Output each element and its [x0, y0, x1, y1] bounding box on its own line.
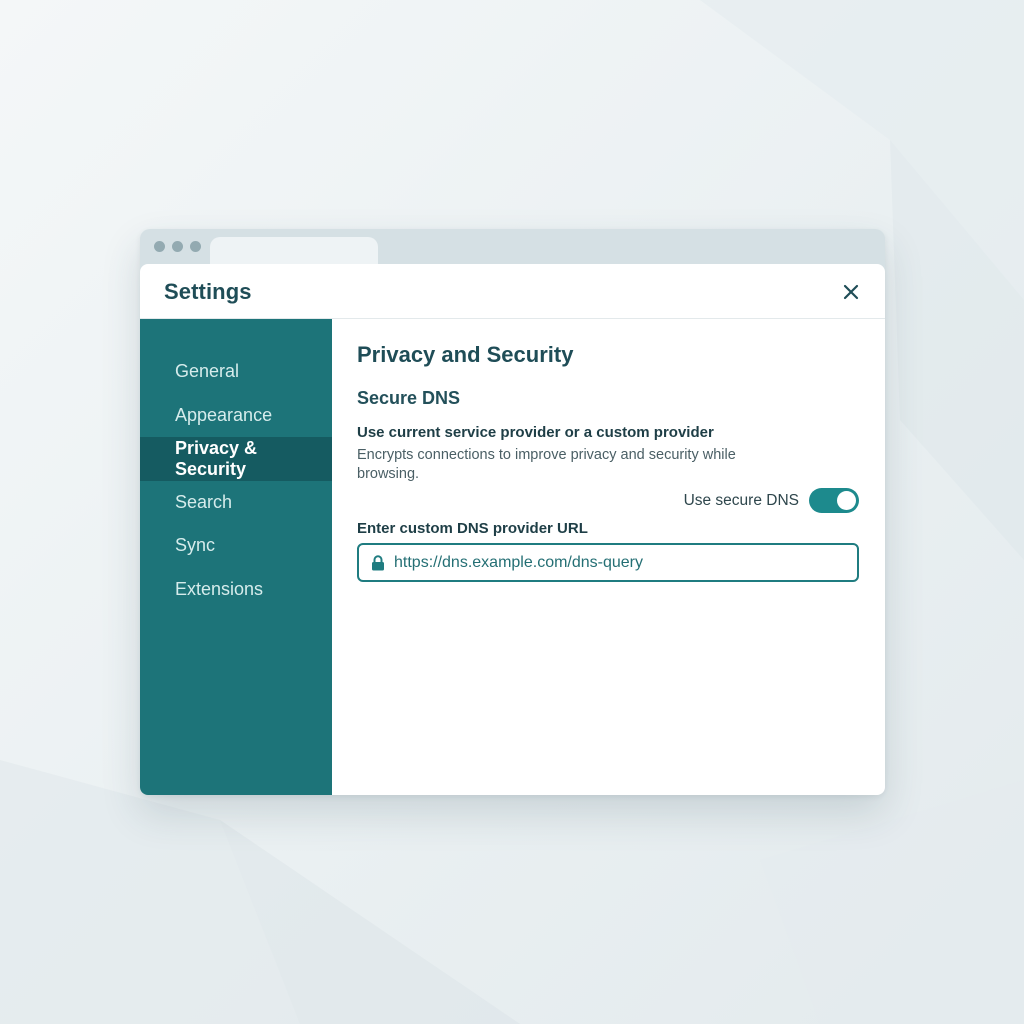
window-dot-icon[interactable]	[172, 241, 183, 252]
dns-url-input[interactable]	[394, 553, 844, 572]
toggle-label: Use secure DNS	[683, 491, 799, 509]
lock-icon	[372, 554, 384, 570]
dialog-title: Settings	[164, 279, 252, 304]
window-controls	[154, 241, 201, 252]
sidebar-item-sync[interactable]: Sync	[140, 524, 332, 568]
settings-content: Privacy and Security Secure DNS Use curr…	[332, 319, 885, 795]
secure-dns-toggle-row: Use secure DNS	[684, 488, 859, 513]
subsection-title: Secure DNS	[357, 388, 461, 408]
secure-dns-toggle[interactable]	[809, 488, 859, 513]
section-title: Privacy and Security	[357, 342, 574, 367]
close-button[interactable]	[839, 280, 863, 304]
browser-tab[interactable]	[210, 237, 378, 267]
close-icon	[843, 284, 859, 300]
option-label: Use current service provider or a custom…	[357, 424, 714, 441]
sidebar-item-search[interactable]: Search	[140, 481, 332, 525]
sidebar-item-privacy-security[interactable]: Privacy & Security	[140, 437, 332, 481]
settings-dialog: Settings General Appearance Privacy & Se…	[140, 264, 885, 795]
dialog-header: Settings	[140, 264, 885, 319]
window-dot-icon[interactable]	[154, 241, 165, 252]
sidebar-item-extensions[interactable]: Extensions	[140, 568, 332, 612]
window-dot-icon[interactable]	[190, 241, 201, 252]
sidebar-item-appearance[interactable]: Appearance	[140, 394, 332, 438]
option-description: Encrypts connections to improve privacy …	[357, 447, 736, 482]
settings-sidebar: General Appearance Privacy & Security Se…	[140, 319, 332, 795]
sidebar-item-general[interactable]: General	[140, 350, 332, 394]
dns-url-field[interactable]	[357, 543, 859, 582]
url-field-label: Enter custom DNS provider URL	[357, 520, 588, 537]
toggle-knob	[837, 491, 856, 510]
